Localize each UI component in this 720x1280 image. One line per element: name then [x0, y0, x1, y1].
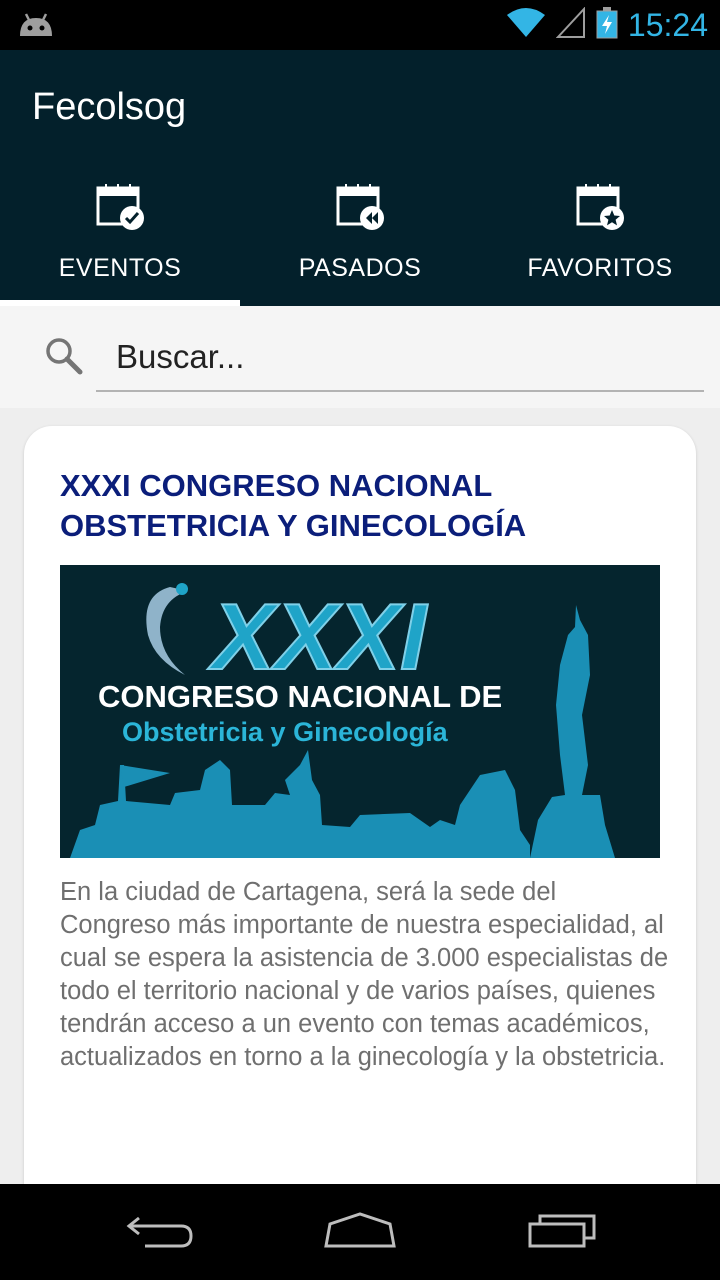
wifi-icon [506, 7, 546, 44]
tab-eventos[interactable]: EVENTOS [0, 178, 240, 306]
search-icon [44, 336, 84, 381]
status-clock: 15:24 [627, 6, 708, 43]
navigation-bar [0, 1184, 720, 1280]
event-title: XXXI CONGRESO NACIONAL OBSTETRICIA Y GIN… [60, 468, 527, 543]
battery-charging-icon [596, 6, 618, 44]
tab-pasados[interactable]: PASADOS [240, 178, 480, 306]
back-icon [125, 1210, 195, 1255]
calendar-star-icon [576, 182, 624, 235]
status-bar: 15:24 [0, 0, 720, 50]
search-bar [0, 306, 720, 408]
event-description: En la ciudad de Cartagena, será la sede … [60, 878, 669, 1071]
android-icon [18, 12, 54, 43]
signal-icon [555, 5, 586, 44]
calendar-check-icon [96, 182, 144, 235]
event-card[interactable]: XXXI CONGRESO NACIONAL OBSTETRICIA Y GIN… [24, 426, 696, 1226]
tab-bar: EVENTOS PASADOS FAVORITOS [0, 178, 720, 306]
home-icon [322, 1210, 398, 1255]
home-button[interactable] [290, 1184, 430, 1280]
tab-label: FAVORITOS [527, 254, 673, 282]
calendar-rewind-icon [336, 182, 384, 235]
recent-apps-icon [526, 1210, 598, 1255]
tab-label: PASADOS [298, 254, 422, 282]
back-button[interactable] [90, 1184, 230, 1280]
app-title: Fecolsog [32, 86, 187, 128]
tab-label: EVENTOS [58, 254, 182, 282]
recent-apps-button[interactable] [492, 1184, 632, 1280]
banner-line1: CONGRESO NACIONAL DE [98, 679, 502, 714]
banner-numeral: XXXI [207, 584, 428, 689]
tab-favoritos[interactable]: FAVORITOS [480, 178, 720, 306]
app-bar: Fecolsog EVENTOS PASADOS FAVORITOS [0, 50, 720, 306]
event-banner-image: XXXI CONGRESO NACIONAL DE Obstetricia y … [60, 565, 660, 858]
banner-line2: Obstetricia y Ginecología [122, 717, 449, 747]
search-input[interactable] [96, 324, 704, 392]
